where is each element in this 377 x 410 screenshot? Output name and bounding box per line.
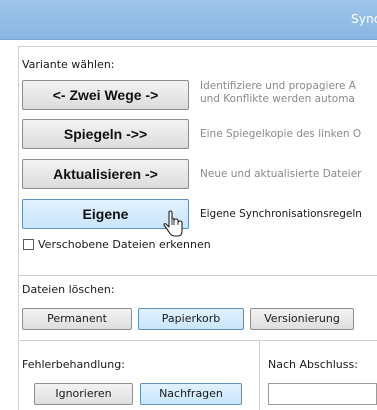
section-divider <box>259 340 260 410</box>
delete-section-label: Dateien löschen: <box>22 283 115 296</box>
window-title: Sync <box>351 12 377 26</box>
update-description: Neue und aktualisierte Dateier <box>200 168 362 180</box>
detect-moved-files-checkbox[interactable] <box>23 239 34 250</box>
mirror-description: Eine Spiegelkopie des linken O <box>200 128 362 140</box>
two-way-button[interactable]: <- Zwei Wege -> <box>22 80 189 110</box>
two-way-description-line-1: Identifiziere und propagiere Ä <box>200 80 356 92</box>
update-button[interactable]: Aktualisieren -> <box>22 159 189 189</box>
recycle-bin-button[interactable]: Papierkorb <box>138 308 244 330</box>
permanent-button[interactable]: Permanent <box>22 308 132 330</box>
mouse-cursor-icon <box>163 210 183 237</box>
two-way-description-line-2: und Konflikte werden automa <box>200 93 355 105</box>
ask-button[interactable]: Nachfragen <box>140 383 242 405</box>
error-section-label: Fehlerbehandlung: <box>22 358 125 371</box>
variant-section-label: Variante wählen: <box>22 58 115 71</box>
after-sync-label: Nach Abschluss: <box>268 358 358 371</box>
title-bar: Sync <box>0 0 377 40</box>
after-sync-field[interactable] <box>268 383 377 405</box>
custom-description: Eigene Synchronisationsregeln <box>200 208 362 220</box>
mirror-button[interactable]: Spiegeln ->> <box>22 119 189 149</box>
versioning-button[interactable]: Versionierung <box>250 308 354 330</box>
two-way-description: Identifiziere und propagiere Ä und Konfl… <box>200 80 377 106</box>
ignore-button[interactable]: Ignorieren <box>34 383 133 405</box>
